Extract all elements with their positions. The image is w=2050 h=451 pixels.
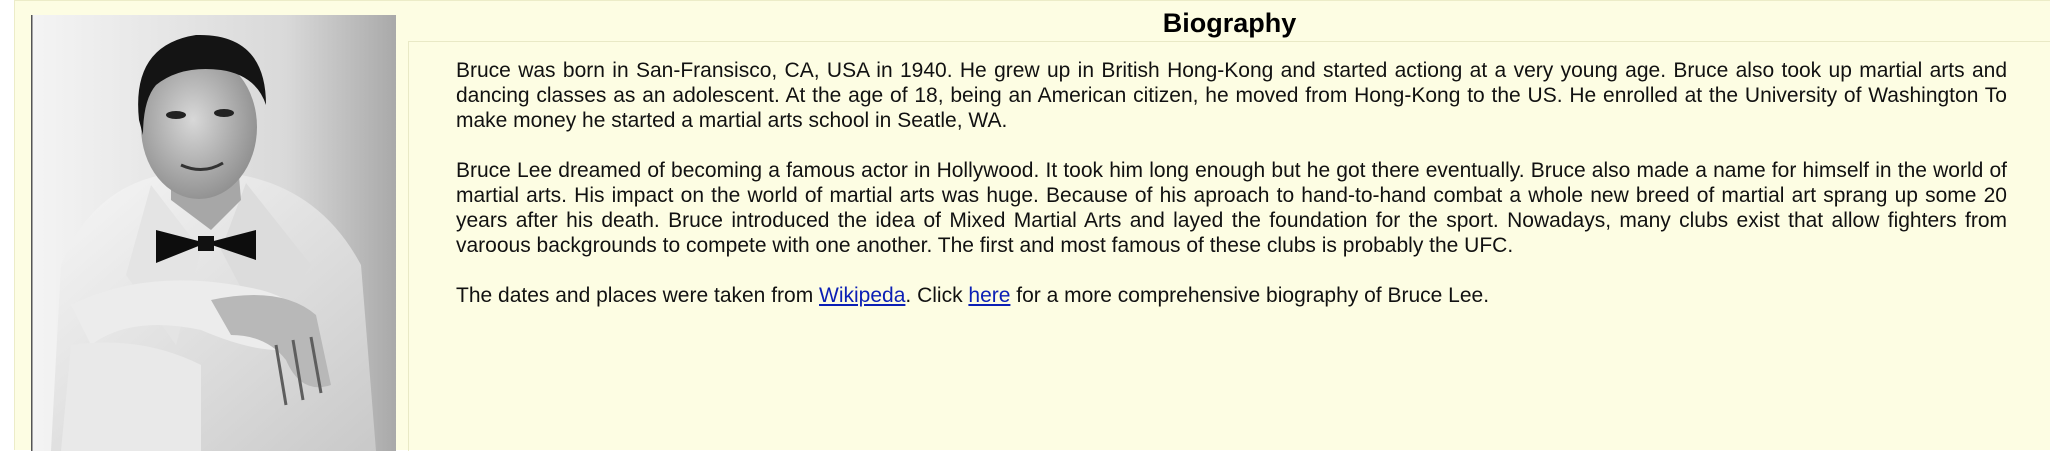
wikipedia-link[interactable]: Wikipeda — [819, 284, 905, 307]
source-middle: . Click — [905, 284, 969, 307]
bio-paragraph-early-life: Bruce was born in San-Fransisco, CA, USA… — [456, 59, 2007, 132]
biography-page: Biography Bruce was born in San-Fransisc… — [14, 0, 2050, 451]
page-title: Biography — [1162, 8, 1297, 38]
biography-text-box: Bruce was born in San-Fransisco, CA, USA… — [408, 41, 2050, 451]
here-link[interactable]: here — [968, 284, 1010, 307]
portrait-image — [31, 15, 396, 451]
portrait-photo — [31, 15, 396, 451]
source-note: The dates and places were taken from Wik… — [456, 283, 2007, 308]
source-prefix: The dates and places were taken from — [456, 284, 820, 307]
biography-content: Biography Bruce was born in San-Fransisc… — [408, 1, 2050, 451]
bio-paragraph-career: Bruce Lee dreamed of becoming a famous a… — [456, 159, 2007, 257]
source-suffix: for a more comprehensive biography of Br… — [1010, 284, 1490, 307]
